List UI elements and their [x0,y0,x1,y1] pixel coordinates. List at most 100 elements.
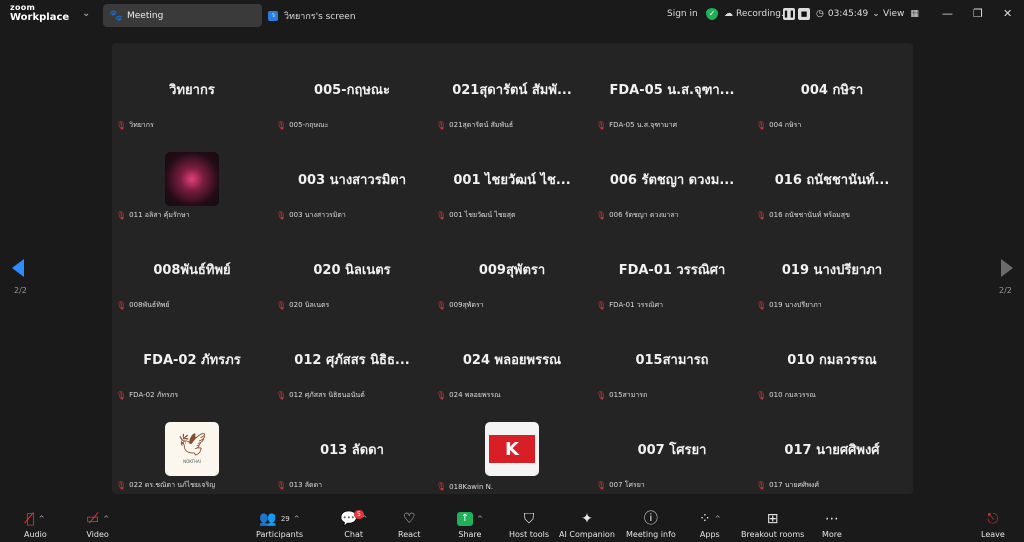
recording-label: Recording... [736,9,790,19]
participant-display-name: 009สุพัตรา [478,263,546,278]
video-off-icon: ▭̸ [86,511,100,527]
participant-tile[interactable]: 019 นางปรียาภา 🎙 019 นางปรียาภา [752,223,912,313]
participant-name-label: 010 กมลวรรณ [769,391,816,399]
audio-button[interactable]: 🎙̸ ^ Audio [24,510,47,539]
chevron-up-icon[interactable]: ^ [715,510,721,528]
stop-icon[interactable]: ■ [798,8,810,20]
leave-button[interactable]: ⎋ Leave [981,510,1005,539]
participant-display-name: 003 นางสาวรมิตา [297,173,407,188]
view-button[interactable]: View ▦ [883,9,919,19]
share-button[interactable]: ↑ ^ Share [457,510,483,539]
mic-muted-icon: 🎙 [116,121,127,130]
chevron-down-icon[interactable]: ⌄ [872,9,880,19]
chevron-down-icon[interactable]: ⌄ [82,8,90,19]
avatar-logo-text: K [489,435,535,463]
mic-muted-icon: 🎙 [596,301,607,310]
participant-tile[interactable]: FDA-01 วรรณิศา 🎙 FDA-01 วรรณิศา [592,223,752,313]
participant-tile[interactable]: 013 ลัดดา 🎙 013 ลัดดา [272,403,432,493]
pause-icon[interactable]: ❚❚ [783,8,795,20]
mic-muted-icon: 🎙 [596,391,607,400]
recording-status[interactable]: ☁ Recording... [724,9,790,19]
participant-name-label: 019 นางปรียาภา [769,301,822,309]
minimize-icon[interactable]: — [942,7,953,20]
participant-tile[interactable]: 007 โศรยา 🎙 007 โศรยา [592,403,752,493]
participant-name-tag: 🎙 016 ถนัชชานันท์ พร้อมสุข [756,210,850,221]
audio-label: Audio [24,530,47,539]
meeting-info-button[interactable]: ⓘ Meeting info [626,510,676,539]
cloud-icon: ☁ [724,9,733,19]
participant-name-tag: 🎙 024 พลอยพรรณ [436,390,501,401]
participant-name-label: วิทยากร [129,121,154,129]
breakout-rooms-button[interactable]: ⊞ Breakout rooms [741,510,804,539]
participant-tile[interactable]: 004 กษิรา 🎙 004 กษิรา [752,43,912,133]
chevron-up-icon[interactable]: ^ [294,510,300,528]
participants-count: 29 [280,515,290,523]
participant-tile[interactable]: 012 ศุภัสสร นิธิธ... 🎙 012 ศุภัสสร นิธิธนอ… [272,313,432,403]
participant-tile[interactable]: 🎙 011 อลิสา คุ้มรักษา [112,133,272,223]
screen-share-icon: ว [268,10,278,21]
mic-muted-icon: 🎙 [756,121,767,130]
chat-label: Chat [344,530,363,539]
tab-shared-screen[interactable]: ว วิทยากร's screen [268,4,356,27]
participant-display-name: 019 นางปรียาภา [781,263,883,278]
leave-label: Leave [981,530,1005,539]
apps-button[interactable]: ⁘ ^ Apps [699,510,721,539]
participant-tile[interactable]: วิทยากร 🎙 วิทยากร [112,43,272,133]
next-page-arrow-icon[interactable] [1001,259,1013,277]
security-shield-icon[interactable]: ✓ [706,8,718,20]
ai-companion-button[interactable]: ✦ AI Companion [559,510,615,539]
participant-tile[interactable]: 020 นิลเนตร 🎙 020 นิลเนตร [272,223,432,313]
participant-name-tag: 🎙 001 ไชยวัฒน์ ไชยสุต [436,210,516,221]
participant-tile[interactable]: 024 พลอยพรรณ 🎙 024 พลอยพรรณ [432,313,592,403]
participant-display-name: 007 โศรยา [637,443,707,458]
participant-tile[interactable]: 🕊 NOKTHAI 🎙 022 ดร.ชณิตา นภ์ไชยเจริญ [112,403,272,493]
participant-tile[interactable]: 010 กมลวรรณ 🎙 010 กมลวรรณ [752,313,912,403]
participant-tile[interactable]: 006 รัตชญา ดวงม... 🎙 006 รัตชญา ดวงมาลา [592,133,752,223]
close-icon[interactable]: ✕ [1003,7,1012,20]
mic-muted-icon: 🎙 [436,211,447,220]
tab-screen-label: วิทยากร's screen [284,11,356,22]
participant-tile[interactable]: 009สุพัตรา 🎙 009สุพัตรา [432,223,592,313]
clock-icon: ◷ [816,9,824,19]
top-bar: zoom Workplace ⌄ 🐾 Meeting ว วิทยากร's s… [0,0,1024,30]
participant-name-label: 015สามารถ [609,391,648,399]
participant-name-label: 003 นางสาวรมิตา [289,211,346,219]
participant-tile[interactable]: FDA-02 ภัทรภร 🎙 FDA-02 ภัทรภร [112,313,272,403]
react-button[interactable]: ♡ React [398,510,421,539]
restore-icon[interactable]: ❐ [973,7,983,20]
tab-meeting[interactable]: 🐾 Meeting [103,4,262,27]
sign-in-link[interactable]: Sign in [667,9,698,19]
participant-name-label: 024 พลอยพรรณ [449,391,501,399]
shield-icon: ⛉ [523,511,535,527]
chevron-up-icon[interactable]: ^ [39,510,45,528]
participant-tile[interactable]: 003 นางสาวรมิตา 🎙 003 นางสาวรมิตา [272,133,432,223]
participant-name-tag: 🎙 017 นายศศิพงศ์ [756,480,819,491]
tab-meeting-label: Meeting [127,10,164,21]
participant-display-name: 017 นายศศิพงศ์ [784,443,880,458]
participant-tile[interactable]: 001 ไชยวัฒน์ ไช... 🎙 001 ไชยวัฒน์ ไชยสุต [432,133,592,223]
participants-button[interactable]: 👥 29 ^ Participants [256,510,303,539]
participant-tile[interactable]: 008พันธ์ทิพย์ 🎙 008พันธ์ทิพย์ [112,223,272,313]
more-button[interactable]: ⋯ More [822,510,842,539]
participant-display-name: 010 กมลวรรณ [787,353,877,368]
leave-door-icon: ⎋ [987,511,999,527]
ai-companion-label: AI Companion [559,530,615,539]
participant-tile[interactable]: K 🎙 018Kawin N. [432,403,592,493]
participant-tile[interactable]: FDA-05 น.ส.จุฑา... 🎙 FDA-05 น.ส.จุฑามาศ [592,43,752,133]
mic-muted-icon: 🎙 [276,211,287,220]
previous-page-arrow-icon[interactable] [12,259,24,277]
participant-tile[interactable]: 017 นายศศิพงศ์ 🎙 017 นายศศิพงศ์ [752,403,912,493]
participant-name-label: FDA-05 น.ส.จุฑามาศ [609,121,678,129]
participant-name-label: 005-กฤษณะ [289,121,329,129]
participant-tile[interactable]: 005-กฤษณะ 🎙 005-กฤษณะ [272,43,432,133]
video-button[interactable]: ▭̸ ^ Video [86,510,109,539]
participant-tile[interactable]: 016 ถนัชชานันท์... 🎙 016 ถนัชชานันท์ พร้อม… [752,133,912,223]
chevron-up-icon[interactable]: ^ [477,510,483,528]
participant-name-tag: 🎙 006 รัตชญา ดวงมาลา [596,210,679,221]
chevron-up-icon[interactable]: ^ [103,510,109,528]
participant-tile[interactable]: 015สามารถ 🎙 015สามารถ [592,313,752,403]
host-tools-button[interactable]: ⛉ Host tools [509,510,549,539]
participant-tile[interactable]: 021สุดารัตน์ สัมพั... 🎙 021สุดารัตน์ สัมพั… [432,43,592,133]
mic-muted-icon: 🎙 [596,121,607,130]
chat-button[interactable]: 💬 ^ 5 Chat [340,510,367,539]
